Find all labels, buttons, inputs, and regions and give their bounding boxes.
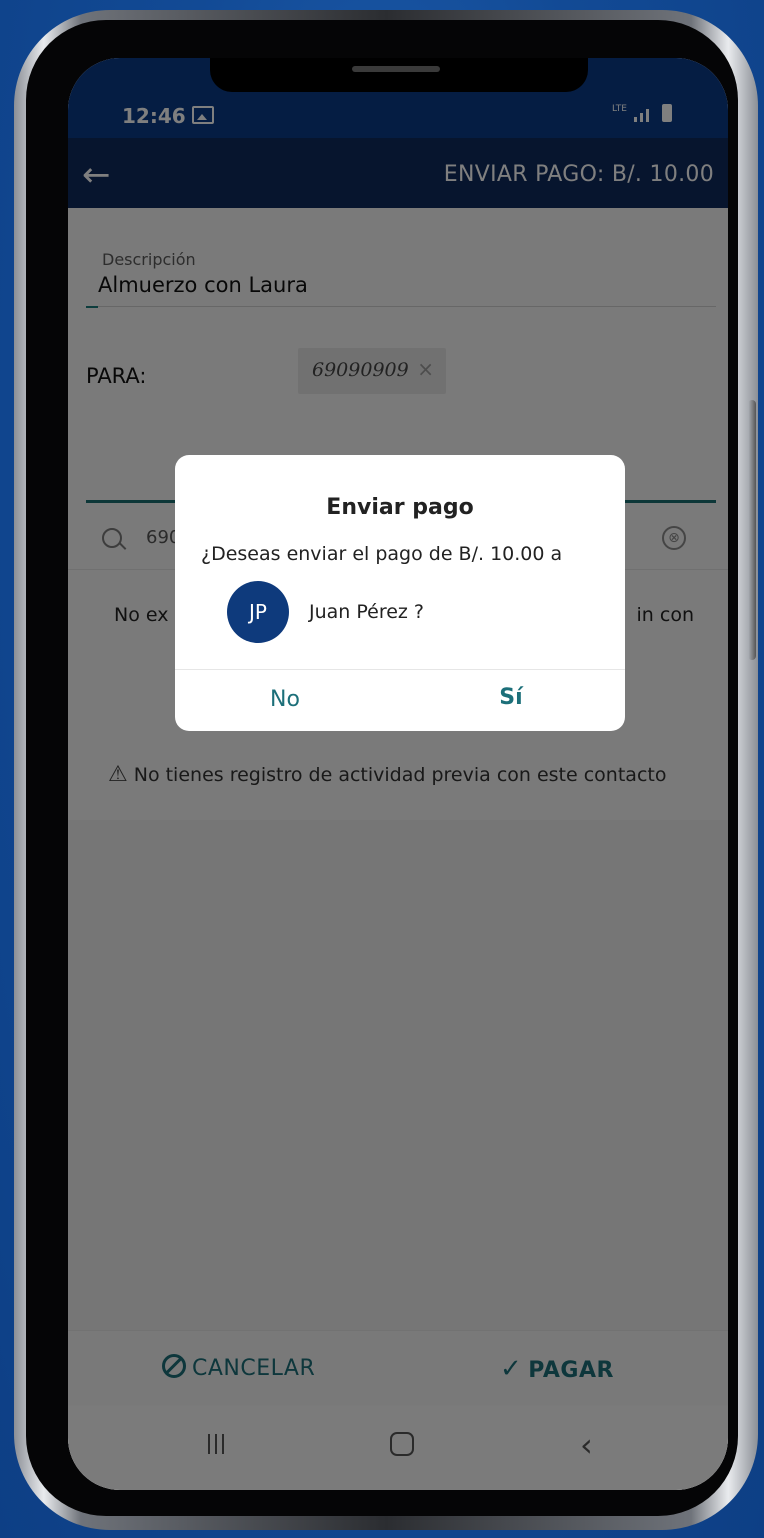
dialog-divider: [175, 669, 625, 670]
dialog-title: Enviar pago: [326, 495, 474, 520]
yes-button[interactable]: Sí: [461, 685, 561, 710]
notch: [210, 58, 588, 92]
confirm-payment-dialog: Enviar pago ¿Deseas enviar el pago de B/…: [175, 455, 625, 731]
side-button: [748, 400, 756, 660]
modal-scrim[interactable]: [68, 58, 728, 1490]
dialog-message: ¿Deseas enviar el pago de B/. 10.00 a: [201, 543, 563, 565]
no-button[interactable]: No: [235, 687, 335, 712]
contact-name: Juan Pérez ?: [309, 601, 425, 623]
avatar: JP: [227, 581, 289, 643]
speaker-grille: [352, 66, 440, 72]
phone-screen: 12:46 LTE ← ENVIAR PAGO: B/. 10.00 Descr…: [68, 58, 728, 1490]
